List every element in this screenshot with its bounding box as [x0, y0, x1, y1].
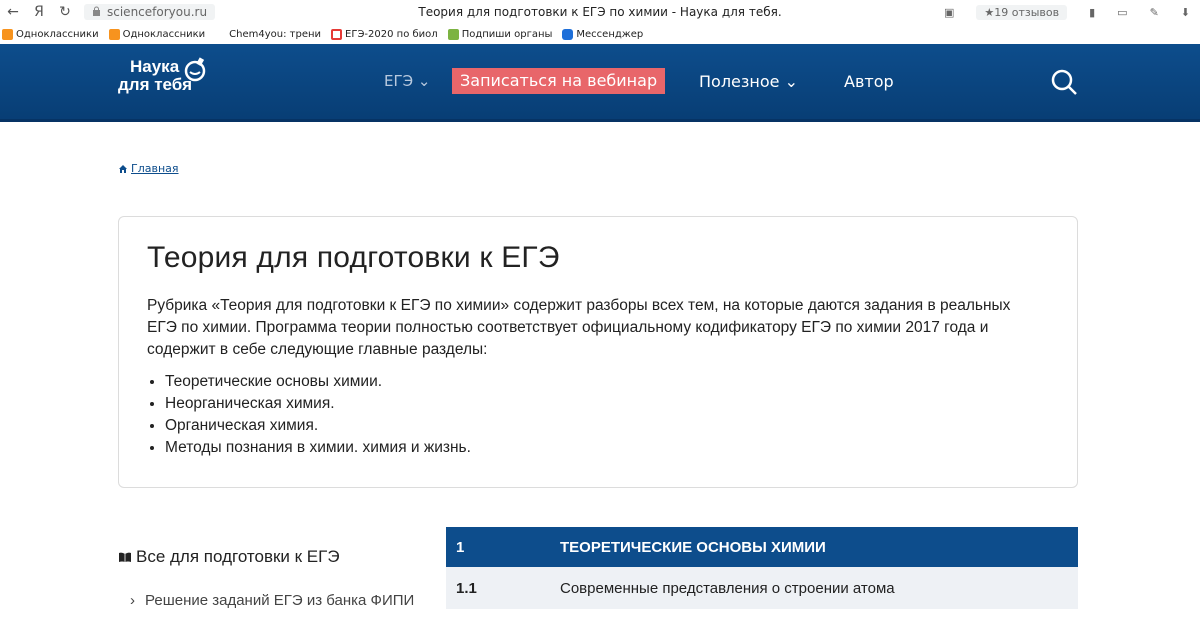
- book-icon: [447, 28, 459, 40]
- back-arrow-icon[interactable]: ←: [0, 4, 26, 20]
- protect-icon[interactable]: ▣: [944, 6, 954, 19]
- sidebar-item-fipi[interactable]: › Решение заданий ЕГЭ из банка ФИПИ: [130, 592, 414, 609]
- webinar-button[interactable]: Записаться на вебинар: [452, 68, 666, 94]
- reviews-badge[interactable]: ★19 отзывов: [976, 4, 1068, 20]
- main-menu: ЕГЭ ⌄ Записаться на вебинар Полезное ⌄ А…: [0, 68, 1200, 96]
- messenger-icon: [562, 28, 574, 40]
- sidebar-title: Все для подготовки к ЕГЭ: [118, 547, 340, 567]
- browser-actions: ▣ ★19 отзывов ▮ ▭ ✎ ⬇: [944, 4, 1190, 20]
- reload-icon[interactable]: ↻: [52, 4, 78, 20]
- sections-list: Теоретические основы химии. Неорганическ…: [147, 371, 1049, 459]
- menu-author[interactable]: Автор: [844, 72, 894, 91]
- topic-title: ТЕОРЕТИЧЕСКИЕ ОСНОВЫ ХИМИИ: [560, 538, 826, 556]
- bookmark-item[interactable]: Chem4you: трени: [229, 29, 321, 40]
- bookmark-item[interactable]: Мессенджер: [562, 28, 643, 40]
- book-icon: [119, 552, 131, 562]
- page-title: Теория для подготовки к ЕГЭ: [147, 241, 560, 274]
- topic-title: Современные представления о строении ато…: [560, 579, 895, 597]
- list-item: Методы познания в химии. химия и жизнь.: [165, 437, 1049, 459]
- address-bar[interactable]: scienceforyou.ru: [84, 4, 216, 20]
- menu-ege[interactable]: ЕГЭ ⌄: [384, 72, 430, 90]
- topic-number: 1: [456, 538, 465, 556]
- battery-icon[interactable]: ▭: [1117, 6, 1127, 19]
- lock-icon: [92, 5, 101, 19]
- odnoklassniki-icon: [2, 28, 13, 40]
- yandex-icon[interactable]: Я: [26, 4, 52, 20]
- topic-number: 1.1: [456, 579, 477, 597]
- intro-text: Рубрика «Теория для подготовки к ЕГЭ по …: [147, 297, 1011, 358]
- list-item: Органическая химия.: [165, 415, 1049, 437]
- browser-toolbar: ← Я ↻ scienceforyou.ru Теория для подгот…: [0, 0, 1200, 24]
- table-row[interactable]: 1.1 Современные представления о строении…: [446, 567, 1078, 609]
- intro-card: Теория для подготовки к ЕГЭ Рубрика «Тео…: [118, 216, 1078, 488]
- search-icon[interactable]: [1050, 68, 1078, 96]
- breadcrumb-home[interactable]: Главная: [131, 162, 179, 175]
- topics-table: 1 ТЕОРЕТИЧЕСКИЕ ОСНОВЫ ХИМИИ 1.1 Совреме…: [446, 527, 1078, 609]
- chevron-right-icon: ›: [130, 592, 135, 609]
- breadcrumb: Главная: [118, 162, 179, 175]
- home-icon: [119, 164, 127, 173]
- menu-useful[interactable]: Полезное ⌄: [699, 72, 798, 91]
- odnoklassniki-icon: [108, 28, 120, 40]
- bookmark-icon[interactable]: ▮: [1089, 6, 1095, 19]
- bookmark-item[interactable]: Одноклассники: [108, 28, 205, 40]
- extension-icon[interactable]: ✎: [1150, 6, 1159, 19]
- table-row[interactable]: 1 ТЕОРЕТИЧЕСКИЕ ОСНОВЫ ХИМИИ: [446, 527, 1078, 567]
- list-item: Теоретические основы химии.: [165, 371, 1049, 393]
- bookmark-item[interactable]: Одноклассники: [2, 28, 99, 40]
- download-icon[interactable]: ⬇: [1181, 6, 1190, 19]
- bookmark-item[interactable]: Подпиши органы: [447, 28, 552, 40]
- url-text: scienceforyou.ru: [107, 5, 208, 19]
- site-header: Наука для тебя ЕГЭ ⌄ Записаться на вебин…: [0, 44, 1200, 122]
- bookmarks-bar: Одноклассники Одноклассники Chem4you: тр…: [0, 24, 1200, 44]
- bookmark-item[interactable]: ЕГЭ-2020 по биол: [331, 28, 438, 40]
- page-icon: [331, 28, 343, 40]
- list-item: Неорганическая химия.: [165, 393, 1049, 415]
